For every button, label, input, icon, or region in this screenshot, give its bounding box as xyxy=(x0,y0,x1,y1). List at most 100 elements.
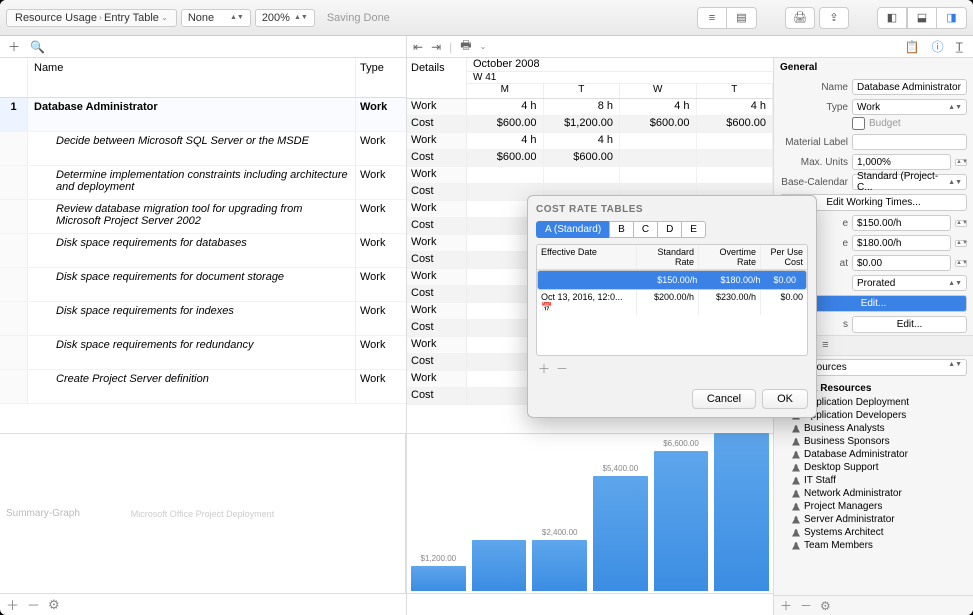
resource-item[interactable]: Database Administrator xyxy=(778,448,969,461)
share-button[interactable]: ⇪ xyxy=(819,7,849,29)
text-style-icon[interactable]: T̲ xyxy=(956,40,963,54)
task-row[interactable]: Disk space requirements for document sto… xyxy=(0,268,406,302)
chart-bar: $1,200.00 xyxy=(411,566,466,591)
cancel-button[interactable]: Cancel xyxy=(692,389,756,409)
settings-icon[interactable]: ⚙ xyxy=(48,597,60,613)
resource-item[interactable]: Business Analysts xyxy=(778,422,969,435)
resource-item[interactable]: Systems Architect xyxy=(778,526,969,539)
filter-select[interactable]: None ▲▼ xyxy=(181,9,251,27)
person-icon xyxy=(792,490,800,498)
breadcrumb-table: Entry Table xyxy=(104,12,159,24)
rate-tab[interactable]: B xyxy=(609,221,633,238)
rate-row[interactable]: Oct 13, 2016, 12:0... 📅 $200.00/h $230.0… xyxy=(537,290,807,315)
resource-settings-icon[interactable]: ⚙ xyxy=(820,599,831,613)
task-row[interactable]: Determine implementation constraints inc… xyxy=(0,166,406,200)
breadcrumb-view: Resource Usage xyxy=(15,12,97,24)
resource-row[interactable]: 1 Database Administrator Work xyxy=(0,98,406,132)
rate-table-tabs: A (Standard)BCDE xyxy=(536,221,808,238)
add-resource-button[interactable]: ＋ xyxy=(780,597,792,614)
name-field[interactable]: Database Administrator xyxy=(852,79,967,95)
inspector-section-general: General xyxy=(774,58,973,77)
budget-label: Budget xyxy=(869,118,901,129)
col-effective-date: Effective Date xyxy=(537,245,637,269)
task-row[interactable]: Disk space requirements for indexesWork xyxy=(0,302,406,336)
type-select[interactable]: Work▲▼ xyxy=(852,99,967,115)
task-row[interactable]: Disk space requirements for databasesWor… xyxy=(0,234,406,268)
task-row[interactable]: Create Project Server definitionWork xyxy=(0,370,406,404)
search-icon[interactable]: 🔍 xyxy=(30,40,45,54)
task-row[interactable]: Decide between Microsoft SQL Server or t… xyxy=(0,132,406,166)
remove-row-button[interactable]: － xyxy=(27,595,40,614)
popover-title: COST RATE TABLES xyxy=(536,204,808,215)
person-icon xyxy=(792,503,800,511)
task-row[interactable]: Disk space requirements for redundancyWo… xyxy=(0,336,406,370)
add-row-button[interactable]: ＋ xyxy=(6,595,19,614)
person-icon xyxy=(792,451,800,459)
stepper-icon[interactable]: ▲▼ xyxy=(955,159,967,166)
material-label-field[interactable] xyxy=(852,134,967,150)
resource-item[interactable]: Desktop Support xyxy=(778,461,969,474)
rate-tab[interactable]: C xyxy=(633,221,657,238)
rate-tab[interactable]: A (Standard) xyxy=(536,221,609,238)
basecal-select[interactable]: Standard (Project-C...▲▼ xyxy=(852,174,967,190)
sub-toolbar: ＋ 🔍 ⇤ ⇥ | 🖶 ⌄ 📋 ⓘ T̲ xyxy=(0,36,973,58)
resource-item[interactable]: Network Administrator xyxy=(778,487,969,500)
list-view-button[interactable]: ≡ xyxy=(697,7,727,29)
clipboard-icon[interactable]: 📋 xyxy=(905,40,920,54)
print-icon[interactable]: 🖶 xyxy=(460,36,471,57)
breadcrumb[interactable]: Resource Usage › Entry Table ⌄ xyxy=(6,9,177,27)
chart-title: Summary-Graph xyxy=(6,508,80,519)
panel-left-button[interactable]: ◧ xyxy=(877,7,907,29)
add-rate-button[interactable]: ＋ xyxy=(538,360,550,377)
row-id: 1 xyxy=(0,98,28,131)
calendar-view-button[interactable]: ▤ xyxy=(727,7,757,29)
resource-item[interactable]: Project Managers xyxy=(778,500,969,513)
ovt-rate-field[interactable]: $180.00/h xyxy=(852,235,951,251)
rate-row-selected[interactable]: $150.00/h $180.00/h $0.00 xyxy=(537,270,807,290)
cal-week: W 41 xyxy=(467,72,773,84)
calendar-icon[interactable]: 📅 xyxy=(541,302,552,312)
cal-days: MTWT xyxy=(467,84,773,98)
person-icon xyxy=(792,542,800,550)
chevron-down-icon: ⌄ xyxy=(159,13,168,22)
remove-resource-button[interactable]: － xyxy=(800,597,812,614)
stepper-icon: ▲▼ xyxy=(294,15,308,20)
zoom-select[interactable]: 200% ▲▼ xyxy=(255,9,315,27)
chevron-down-icon[interactable]: ⌄ xyxy=(480,42,487,51)
person-icon xyxy=(792,516,800,524)
nav-first-icon[interactable]: ⇤ xyxy=(413,40,423,54)
ok-button[interactable]: OK xyxy=(762,389,808,409)
rate-tab[interactable]: E xyxy=(681,221,706,238)
resource-name: Database Administrator xyxy=(28,98,356,131)
add-button[interactable]: ＋ xyxy=(8,38,20,55)
accrual-select[interactable]: Prorated▲▼ xyxy=(852,275,967,291)
timeline-footer xyxy=(407,593,773,615)
rate-tab[interactable]: D xyxy=(657,221,681,238)
details-header: Details xyxy=(407,58,467,98)
save-status: Saving Done xyxy=(327,12,390,24)
rate-table[interactable]: Effective Date Standard Rate Overtime Ra… xyxy=(536,244,808,356)
chart-bar: $2,400.00 xyxy=(532,540,587,591)
per-use-field[interactable]: $0.00 xyxy=(852,255,951,271)
panel-right-button[interactable]: ◨ xyxy=(937,7,967,29)
std-rate-field[interactable]: $150.00/h xyxy=(852,215,951,231)
remove-rate-button[interactable]: － xyxy=(556,360,568,377)
list-icon[interactable]: ≡ xyxy=(822,339,828,352)
chart-bar: $5,400.00 xyxy=(593,476,648,591)
chevron-right-icon: › xyxy=(97,13,104,22)
chart-subtitle: Microsoft Office Project Deployment xyxy=(131,509,274,519)
panel-bottom-button[interactable]: ⬓ xyxy=(907,7,937,29)
resource-item[interactable]: Business Sponsors xyxy=(778,435,969,448)
info-icon[interactable]: ⓘ xyxy=(932,38,944,55)
budget-checkbox[interactable] xyxy=(852,117,865,130)
edit-button-secondary[interactable]: Edit... xyxy=(852,316,967,333)
resource-item[interactable]: IT Staff xyxy=(778,474,969,487)
task-row[interactable]: Review database migration tool for upgra… xyxy=(0,200,406,234)
resource-item[interactable]: Server Administrator xyxy=(778,513,969,526)
col-standard-rate: Standard Rate xyxy=(637,245,699,269)
maxunits-field[interactable]: 1,000% xyxy=(852,154,951,170)
task-list-body[interactable]: 1 Database Administrator Work Decide bet… xyxy=(0,98,406,433)
resource-item[interactable]: Team Members xyxy=(778,539,969,552)
nav-last-icon[interactable]: ⇥ xyxy=(431,40,441,54)
print-button[interactable]: 🖨 xyxy=(785,7,815,29)
